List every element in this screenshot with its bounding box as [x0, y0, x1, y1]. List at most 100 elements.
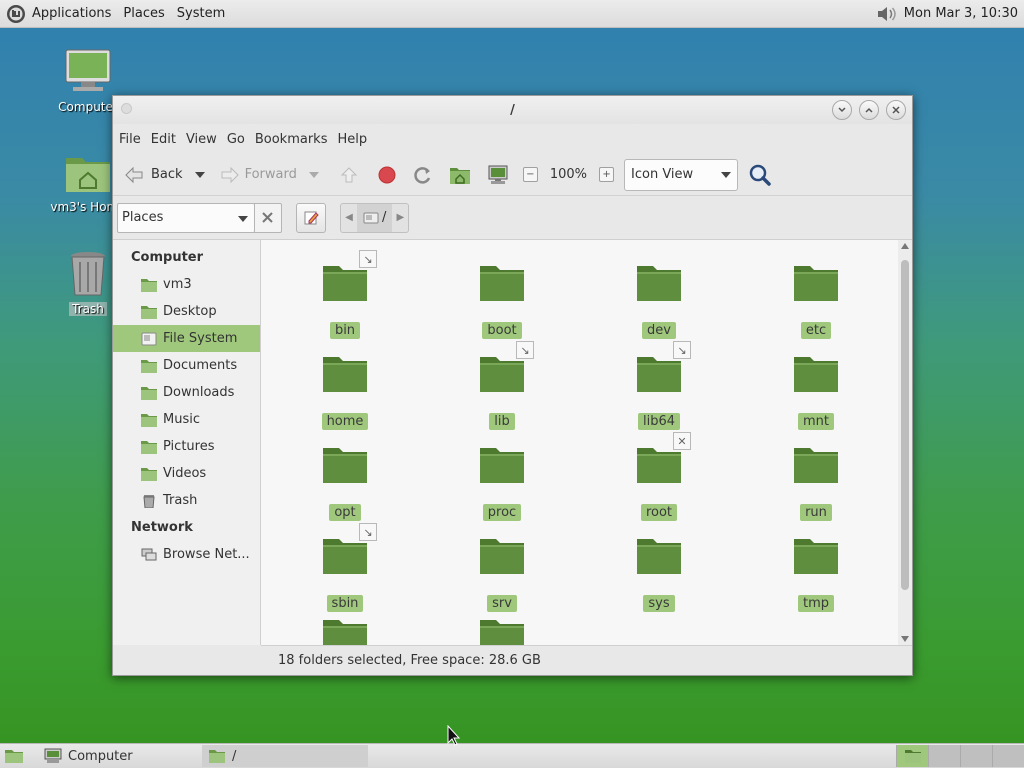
sidebar-item-trash[interactable]: Trash: [113, 487, 260, 514]
home-button[interactable]: [441, 159, 479, 191]
folder-item[interactable]: ↘ lib64: [609, 341, 709, 430]
zoom-in-button[interactable]: +: [593, 159, 620, 191]
folder-icon: [479, 444, 525, 484]
titlebar[interactable]: /: [113, 96, 912, 124]
dropdown-arrow-icon: [308, 171, 319, 178]
toggle-location-entry-button[interactable]: [296, 202, 326, 233]
up-button[interactable]: [329, 159, 369, 191]
menu-bookmarks[interactable]: Bookmarks: [251, 132, 332, 147]
menu-help[interactable]: Help: [333, 132, 371, 147]
scroll-down-icon[interactable]: [901, 636, 909, 642]
folder-icon: [636, 262, 682, 302]
workspace-2[interactable]: [928, 745, 960, 767]
taskbar-item-computer[interactable]: Computer: [38, 745, 198, 767]
scrollbar-thumb[interactable]: [901, 260, 909, 590]
dropdown-arrow-icon: [194, 171, 205, 178]
close-button[interactable]: [886, 100, 906, 120]
menu-go[interactable]: Go: [223, 132, 249, 147]
show-desktop-button[interactable]: [0, 745, 28, 767]
applications-menu[interactable]: Applications: [26, 0, 117, 28]
stop-button[interactable]: [369, 159, 405, 191]
path-scroll-left-button[interactable]: ◀: [341, 212, 357, 223]
vertical-scrollbar[interactable]: [898, 240, 912, 645]
taskbar-item-root[interactable]: /: [202, 745, 368, 767]
videos-folder-icon: [141, 467, 157, 481]
zoom-out-button[interactable]: −: [517, 159, 544, 191]
workspace-3[interactable]: [960, 745, 992, 767]
window-menu-icon[interactable]: [121, 103, 132, 114]
search-icon: [749, 164, 771, 186]
folder-icon: [793, 262, 839, 302]
back-button[interactable]: Back: [119, 159, 187, 191]
taskbar-item-label: Computer: [68, 748, 133, 764]
sidebar-item-file-system[interactable]: File System: [113, 325, 260, 352]
taskbar-item-label: /: [232, 748, 237, 764]
folder-item[interactable]: home: [295, 353, 395, 430]
sidebar-item-label: Downloads: [163, 385, 235, 400]
statusbar-left: [113, 645, 261, 675]
folder-item[interactable]: ↘ sbin: [295, 523, 395, 612]
workspace-4[interactable]: [992, 745, 1024, 767]
workspace-1[interactable]: [896, 745, 928, 767]
menu-edit[interactable]: Edit: [147, 132, 180, 147]
chevron-up-icon: [865, 107, 873, 113]
path-crumb-root[interactable]: /: [357, 203, 393, 232]
folder-item[interactable]: sys: [609, 535, 709, 612]
sidebar-item-pictures[interactable]: Pictures: [113, 433, 260, 460]
maximize-button[interactable]: [859, 100, 879, 120]
sidebar-item-downloads[interactable]: Downloads: [113, 379, 260, 406]
mint-logo-icon[interactable]: [6, 4, 26, 24]
folder-item[interactable]: srv: [452, 535, 552, 612]
forward-history-dropdown[interactable]: [301, 159, 329, 191]
search-button[interactable]: [738, 159, 782, 191]
folder-item[interactable]: ↘ bin: [295, 250, 395, 339]
folder-item[interactable]: ✕ root: [609, 432, 709, 521]
view-mode-select[interactable]: Icon View: [624, 158, 739, 191]
sidebar-item-documents[interactable]: Documents: [113, 352, 260, 379]
icon-view[interactable]: ↘ bin boot dev etc home ↘ lib ↘ lib64 mnt opt proc ✕ r…: [261, 240, 912, 645]
sidebar-item-music[interactable]: Music: [113, 406, 260, 433]
folder-item[interactable]: ↘ lib: [452, 341, 552, 430]
back-label: Back: [151, 167, 183, 182]
folder-name: boot: [482, 322, 522, 339]
system-menu[interactable]: System: [171, 0, 231, 28]
zoom-level[interactable]: 100%: [544, 159, 593, 191]
menu-file[interactable]: File: [115, 132, 145, 147]
forward-button[interactable]: Forward: [215, 159, 301, 191]
folder-item[interactable]: etc: [766, 262, 866, 339]
pictures-folder-icon: [141, 440, 157, 454]
minimize-button[interactable]: [832, 100, 852, 120]
sidebar-item-videos[interactable]: Videos: [113, 460, 260, 487]
home-folder-icon: [66, 158, 110, 192]
volume-icon[interactable]: [876, 4, 898, 24]
folder-item[interactable]: run: [766, 444, 866, 521]
scroll-up-icon[interactable]: [901, 243, 909, 249]
clock[interactable]: Mon Mar 3, 10:30: [904, 6, 1018, 21]
symlink-emblem-icon: ↘: [516, 341, 534, 359]
folder-item[interactable]: tmp: [766, 535, 866, 612]
sidebar-item-desktop[interactable]: Desktop: [113, 298, 260, 325]
folder-item[interactable]: opt: [295, 444, 395, 521]
folder-item[interactable]: boot: [452, 262, 552, 339]
sidebar-item-vm3[interactable]: vm3: [113, 271, 260, 298]
folder-item[interactable]: mnt: [766, 353, 866, 430]
menu-view[interactable]: View: [182, 132, 221, 147]
sidebar-mode-select[interactable]: Places: [117, 202, 255, 233]
bottom-panel: Computer /: [0, 743, 1024, 768]
trash-icon: [71, 252, 105, 296]
view-mode-value: Icon View: [631, 167, 694, 182]
path-scroll-right-button[interactable]: ▶: [392, 212, 408, 223]
back-history-dropdown[interactable]: [187, 159, 215, 191]
folder-item[interactable]: [295, 616, 395, 645]
computer-button[interactable]: [479, 159, 517, 191]
folder-name: run: [800, 504, 832, 521]
places-menu[interactable]: Places: [117, 0, 170, 28]
home-folder-icon: [449, 167, 470, 184]
folder-item[interactable]: [452, 616, 552, 645]
folder-icon: [636, 444, 682, 484]
folder-item[interactable]: proc: [452, 444, 552, 521]
close-sidebar-button[interactable]: [254, 202, 282, 233]
reload-button[interactable]: [405, 159, 441, 191]
folder-item[interactable]: dev: [609, 262, 709, 339]
sidebar-item-browse-network[interactable]: Browse Net...: [113, 541, 260, 568]
